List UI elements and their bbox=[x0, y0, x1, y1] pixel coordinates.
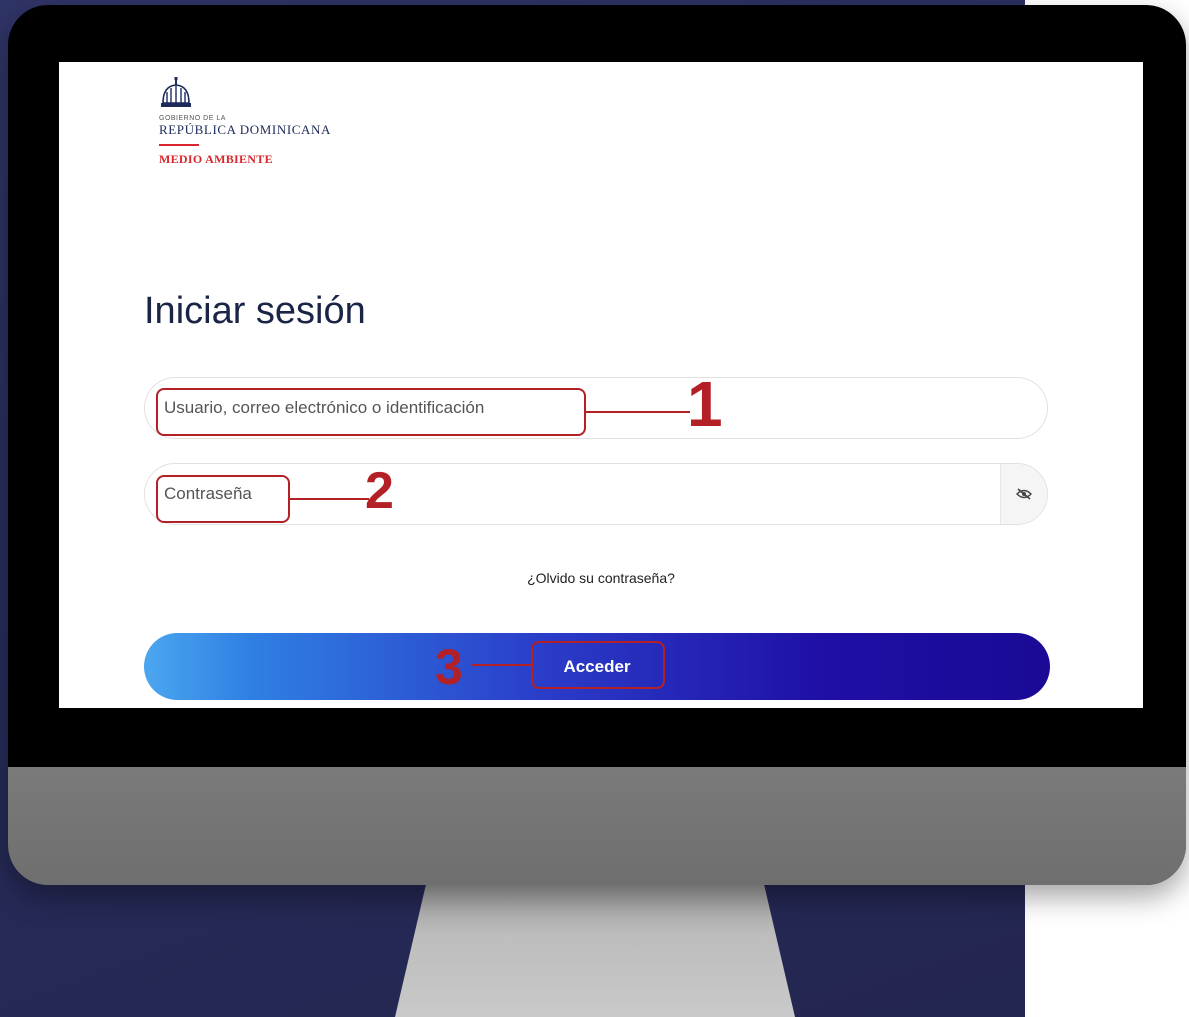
toggle-password-visibility-button[interactable] bbox=[1000, 464, 1047, 524]
eye-slash-icon bbox=[1016, 488, 1032, 500]
annotation-line-2 bbox=[290, 498, 369, 500]
annotation-box-1 bbox=[156, 388, 586, 436]
logo-sub-text: MEDIO AMBIENTE bbox=[159, 152, 273, 166]
logo-main-text: REPÚBLICA DOMINICANA bbox=[159, 122, 331, 137]
page-title: Iniciar sesión bbox=[144, 290, 366, 332]
annotation-number-3: 3 bbox=[435, 639, 463, 695]
monitor-chin bbox=[8, 767, 1186, 885]
logo-divider bbox=[159, 144, 199, 146]
government-logo: GOBIERNO DE LA REPÚBLICA DOMINICANA MEDI… bbox=[159, 77, 419, 167]
monitor-stand bbox=[395, 880, 795, 1017]
annotation-line-3 bbox=[471, 664, 531, 666]
dome-emblem-icon bbox=[161, 77, 191, 107]
monitor: GOBIERNO DE LA REPÚBLICA DOMINICANA MEDI… bbox=[8, 5, 1186, 885]
annotation-box-3 bbox=[531, 641, 665, 689]
logo-small-text: GOBIERNO DE LA bbox=[159, 115, 226, 122]
annotation-number-2: 2 bbox=[365, 462, 394, 520]
annotation-box-2 bbox=[156, 475, 290, 523]
forgot-password-link[interactable]: ¿Olvido su contraseña? bbox=[59, 570, 1143, 586]
annotation-line-1 bbox=[586, 411, 690, 413]
annotation-number-1: 1 bbox=[687, 368, 723, 440]
login-screen: GOBIERNO DE LA REPÚBLICA DOMINICANA MEDI… bbox=[59, 62, 1143, 708]
